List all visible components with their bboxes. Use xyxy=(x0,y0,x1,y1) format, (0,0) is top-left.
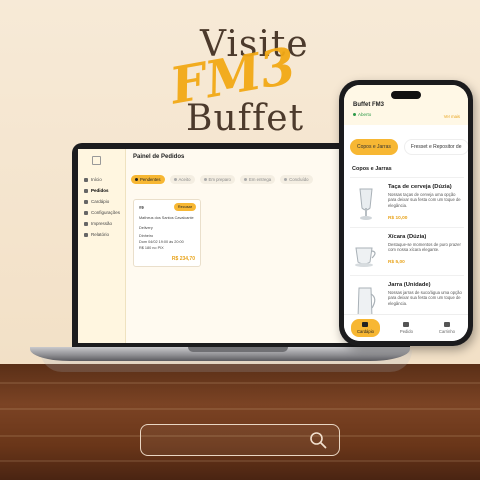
tab-pendentes[interactable]: Pendentes xyxy=(131,175,165,184)
headline-buffet: Buffet xyxy=(186,98,305,139)
printer-icon xyxy=(84,221,88,226)
order-price-note: R$ 180 no PIX xyxy=(139,246,164,250)
phone: Buffet FM3 Aberto Ver mais Copos e Jarra… xyxy=(339,80,473,346)
cup-icon xyxy=(355,247,376,267)
wooden-table xyxy=(0,364,480,480)
product-price: R$ 10,00 xyxy=(388,216,408,221)
tab-label: Pendentes xyxy=(140,177,161,182)
product-desc: Nossas taças de cerveja uma opção para d… xyxy=(388,192,461,208)
sidebar: Início Pedidos Cardápio Configurações Im… xyxy=(78,149,126,343)
product-name: Jarra (Unidade) xyxy=(388,282,431,288)
sidebar-item-label: Relatório xyxy=(91,232,110,237)
search-icon[interactable] xyxy=(309,431,327,449)
status-dot-icon xyxy=(284,178,288,181)
app-logo xyxy=(92,156,101,165)
product-desc: Nossas jarras de suco/água uma opção par… xyxy=(388,290,462,306)
report-icon xyxy=(84,232,88,237)
tab-copos-e-jarras[interactable]: Copos e Jarras xyxy=(350,139,398,155)
search-bar[interactable] xyxy=(140,424,340,456)
recusar-button[interactable]: Recusar xyxy=(173,203,196,211)
page-title: Painel de Pedidos xyxy=(133,154,185,160)
beer-glass-icon xyxy=(359,188,373,220)
dynamic-island xyxy=(391,91,421,99)
tab-label: Em entrega xyxy=(248,177,272,182)
tab-label: Em preparo xyxy=(208,177,231,182)
store-header: Buffet FM3 Aberto Ver mais xyxy=(344,85,468,125)
order-id: #9 xyxy=(139,205,144,210)
sidebar-item-configuracoes[interactable]: Configurações xyxy=(84,208,120,217)
store-name: Buffet FM3 xyxy=(353,102,384,108)
store-status-label: Aberto xyxy=(358,112,372,117)
settings-icon xyxy=(84,210,88,215)
status-tabs: Pendentes Aceito Em preparo Em entrega C… xyxy=(131,175,313,184)
nav-pedido[interactable]: Pedido xyxy=(394,319,419,337)
tab-label: Aceito xyxy=(178,177,191,182)
orders-icon xyxy=(403,322,410,327)
section-title: Copos e Jarras xyxy=(352,166,392,172)
nav-label: Carrinho xyxy=(438,329,455,334)
tab-em-preparo[interactable]: Em preparo xyxy=(199,175,235,184)
sidebar-item-label: Cardápio xyxy=(91,199,110,204)
home-icon xyxy=(84,177,88,182)
sidebar-item-cardapio[interactable]: Cardápio xyxy=(84,197,109,206)
nav-label: Cardápio xyxy=(356,329,374,334)
order-card[interactable]: #9 Recusar Matheus dos Santos Cavalcante… xyxy=(133,199,201,267)
sidebar-item-relatorio[interactable]: Relatório xyxy=(84,230,109,239)
status-dot-icon xyxy=(243,178,247,181)
orders-icon xyxy=(84,188,88,193)
sidebar-item-impressao[interactable]: Impressão xyxy=(84,219,112,228)
bottom-nav: Cardápio Pedido Carrinho xyxy=(344,314,468,341)
sidebar-item-label: Pedidos xyxy=(91,188,109,193)
tab-label: Concluído xyxy=(289,177,309,182)
product-name: Xícara (Dúzia) xyxy=(388,234,427,240)
tab-concluido[interactable]: Concluído xyxy=(280,175,313,184)
sidebar-item-label: Impressão xyxy=(91,221,113,226)
menu-icon xyxy=(362,322,369,327)
sidebar-item-label: Configurações xyxy=(91,210,121,215)
sidebar-item-label: Início xyxy=(91,177,102,182)
order-total: R$ 234,70 xyxy=(171,256,195,262)
product-name: Taça de cerveja (Dúzia) xyxy=(388,184,452,190)
product-desc: Destaque-se momentos de puro prazer com … xyxy=(388,242,461,253)
laptop-notch xyxy=(188,347,288,352)
sidebar-item-inicio[interactable]: Início xyxy=(84,175,102,184)
product-card[interactable]: Taça de cerveja (Dúzia) Nossas taças de … xyxy=(350,177,464,234)
store-status: Aberto xyxy=(353,112,371,117)
nav-cardapio[interactable]: Cardápio xyxy=(350,319,380,337)
order-delivery: Delivery xyxy=(139,226,153,230)
order-payment: Dinheiro xyxy=(139,234,154,238)
status-dot-icon xyxy=(203,178,207,181)
order-address: Matheus dos Santos Cavalcante xyxy=(139,216,194,220)
tab-aceito[interactable]: Aceito xyxy=(169,175,195,184)
order-date: Dom 04/02 19:00 às 20:00 xyxy=(139,240,184,244)
status-dot-icon xyxy=(135,178,138,181)
nav-carrinho[interactable]: Carrinho xyxy=(433,319,461,337)
open-dot-icon xyxy=(353,113,356,116)
menu-icon xyxy=(84,199,88,204)
tab-em-entrega[interactable]: Em entrega xyxy=(239,175,276,184)
category-tabs: Copos e Jarras Fresset e Repositor de xyxy=(350,139,468,155)
tab-fresset[interactable]: Fresset e Repositor de xyxy=(403,139,468,155)
see-more-link[interactable]: Ver mais xyxy=(444,114,460,119)
product-price: R$ 5,00 xyxy=(388,260,405,265)
cart-icon xyxy=(443,322,450,327)
status-dot-icon xyxy=(173,178,177,181)
sidebar-item-pedidos[interactable]: Pedidos xyxy=(84,186,109,195)
phone-screen: Buffet FM3 Aberto Ver mais Copos e Jarra… xyxy=(344,85,468,341)
nav-label: Pedido xyxy=(399,329,413,334)
